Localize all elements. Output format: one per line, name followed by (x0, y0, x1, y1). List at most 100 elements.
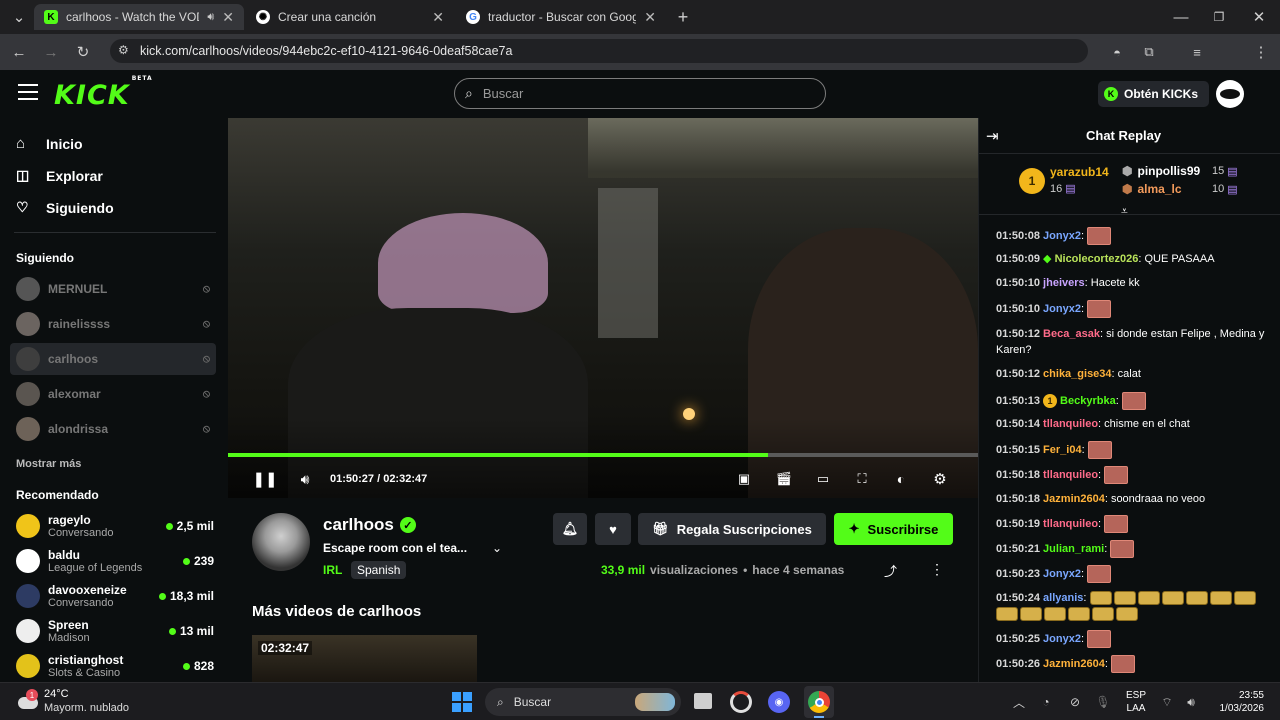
subscribe-button[interactable]: ✦ Suscribirse (834, 513, 953, 545)
network-off-icon[interactable]: ⊘ (1064, 691, 1086, 713)
emote-icon[interactable] (1110, 540, 1135, 558)
minimize-icon[interactable]: — (1170, 6, 1192, 28)
video-player[interactable] (228, 118, 978, 498)
expand-leaderboard-icon[interactable]: ⩡ (1121, 204, 1128, 219)
language-indicator[interactable]: ESP LAA (1126, 689, 1146, 715)
site-info-icon[interactable]: ⚙ (118, 43, 129, 57)
share-icon[interactable]: ⤴ (884, 561, 897, 580)
playback-speed-icon[interactable]: ◐ (890, 468, 912, 490)
weather-widget-icon[interactable]: 1 (16, 689, 40, 713)
theater-mode-icon[interactable]: ▭ (812, 468, 834, 490)
message-username[interactable]: jheivers (1043, 277, 1085, 289)
following-item[interactable]: alexomar ⦸ (10, 378, 216, 410)
reload-icon[interactable]: ↻ (72, 41, 94, 63)
search-input[interactable]: ⌕ Buscar (454, 78, 826, 109)
tab-search-icon[interactable]: ⌄ (8, 6, 30, 28)
sidebar-item-explorar[interactable]: ◫ Explorar (16, 167, 103, 184)
message-username[interactable]: Jazmin2604 (1043, 658, 1105, 670)
recommended-item[interactable]: cristianghost Slots & Casino 828 (16, 649, 214, 683)
message-username[interactable]: tllanquileo (1043, 469, 1098, 481)
message-username[interactable]: allyanis (1043, 592, 1083, 604)
incognito-icon[interactable]: ◓ (1106, 41, 1128, 63)
emote-icon[interactable] (1087, 630, 1112, 648)
mini-player-icon[interactable]: ▣ (733, 468, 755, 490)
emote-icon[interactable] (1209, 591, 1232, 606)
recommended-item[interactable]: davooxeneize Conversando 18,3 mil (16, 579, 214, 613)
close-tab-icon[interactable]: ✕ (644, 9, 656, 26)
emote-icon[interactable] (1233, 591, 1256, 606)
message-username[interactable]: Jonyx2 (1043, 633, 1081, 645)
taskbar-search[interactable]: ⌕ Buscar (485, 688, 681, 716)
message-username[interactable]: Jonyx2 (1043, 230, 1081, 242)
more-options-icon[interactable]: ⋮ (930, 561, 944, 578)
message-username[interactable]: chika_gise34 (1043, 368, 1112, 380)
emote-icon[interactable] (1044, 607, 1066, 622)
windows-start-icon[interactable] (452, 692, 472, 712)
recommended-item[interactable]: Spreen Madison 13 mil (16, 614, 214, 648)
emote-icon[interactable] (1104, 466, 1129, 484)
extensions-icon[interactable]: ⧉ (1138, 41, 1160, 63)
emote-icon[interactable] (1089, 591, 1112, 606)
top-gifter-name[interactable]: yarazub14 (1050, 165, 1109, 179)
show-more-link[interactable]: Mostrar más (16, 458, 81, 470)
sidebar-item-siguiendo[interactable]: ♡ Siguiendo (16, 199, 114, 216)
emote-icon[interactable] (1121, 392, 1146, 410)
emote-icon[interactable] (1087, 227, 1112, 245)
media-control-icon[interactable]: ≡ (1186, 41, 1208, 63)
message-username[interactable]: Jonyx2 (1043, 568, 1081, 580)
following-item[interactable]: MERNUEL ⦸ (10, 273, 216, 305)
expand-chevron-icon[interactable]: ⌄ (492, 541, 502, 555)
emote-icon[interactable] (1110, 655, 1135, 673)
tab-kick[interactable]: K carlhoos - Watch the VOD e 🔊︎ ✕ (34, 4, 244, 30)
channel-name[interactable]: carlhoos (323, 515, 394, 535)
microphone-icon[interactable]: 🎙︎ (1092, 691, 1114, 713)
emote-icon[interactable] (1137, 591, 1160, 606)
hamburger-menu-icon[interactable] (18, 84, 38, 100)
emote-icon[interactable] (1116, 607, 1138, 622)
task-view-icon[interactable] (694, 693, 712, 709)
category-link[interactable]: IRL (323, 563, 342, 577)
menu-kebab-icon[interactable]: ⋮ (1250, 41, 1272, 63)
message-username[interactable]: Beca_asak (1043, 328, 1100, 340)
emote-icon[interactable] (1104, 515, 1129, 533)
sidebar-item-inicio[interactable]: ⌂ Inicio (16, 135, 83, 152)
emote-icon[interactable] (1087, 300, 1112, 318)
close-tab-icon[interactable]: ✕ (432, 9, 444, 26)
emote-icon[interactable] (1161, 591, 1184, 606)
clock[interactable]: 23:55 1/03/2026 (1212, 689, 1265, 715)
back-icon[interactable]: ← (8, 41, 30, 63)
emote-icon[interactable] (1020, 607, 1042, 622)
language-tag[interactable]: Spanish (351, 561, 407, 579)
tab-crear-cancion[interactable]: ✺ Crear una canción ✕ (246, 4, 454, 30)
message-username[interactable]: Jonyx2 (1043, 303, 1081, 315)
emote-icon[interactable] (1113, 591, 1136, 606)
new-tab-icon[interactable]: + (672, 6, 694, 28)
wifi-icon[interactable]: ⌔ (1156, 691, 1178, 713)
forward-icon[interactable]: → (40, 41, 62, 63)
clip-icon[interactable]: 🎬︎ (773, 468, 795, 490)
settings-gear-icon[interactable]: ⚙ (929, 468, 951, 490)
volume-icon[interactable]: 🔊︎ (1180, 691, 1202, 713)
volume-icon[interactable]: 🔊︎ (294, 468, 316, 490)
emote-icon[interactable] (1087, 565, 1112, 583)
channel-avatar[interactable] (252, 513, 310, 571)
pause-icon[interactable]: ❚❚ (252, 468, 277, 490)
following-item[interactable]: alondrissa ⦸ (10, 413, 216, 445)
emote-icon[interactable] (1068, 607, 1090, 622)
follow-heart-button[interactable]: ♥ (595, 513, 631, 545)
message-username[interactable]: tllanquileo (1043, 518, 1098, 530)
message-username[interactable]: Beckyrbka (1060, 395, 1116, 407)
kick-logo[interactable]: KICKBETA (54, 75, 153, 111)
following-item[interactable]: rainelissss ⦸ (10, 308, 216, 340)
collapse-chat-icon[interactable]: ⇥ (986, 127, 999, 145)
recommended-item[interactable]: baldu League of Legends 239 (16, 544, 214, 578)
emote-icon[interactable] (1185, 591, 1208, 606)
gifter-row[interactable]: ⬢ pinpollis99 (1122, 164, 1200, 178)
speaker-icon[interactable]: 🔊︎ (207, 11, 214, 24)
message-username[interactable]: Nicolecortez026 (1055, 253, 1139, 265)
tab-traductor[interactable]: G traductor - Buscar con Google ✕ (456, 4, 666, 30)
taskbar-app-icon[interactable] (730, 691, 752, 713)
get-kicks-button[interactable]: K Obtén KICKs (1098, 81, 1209, 107)
tray-app-icon[interactable]: ◔ (1035, 691, 1057, 713)
emote-icon[interactable] (996, 607, 1018, 622)
